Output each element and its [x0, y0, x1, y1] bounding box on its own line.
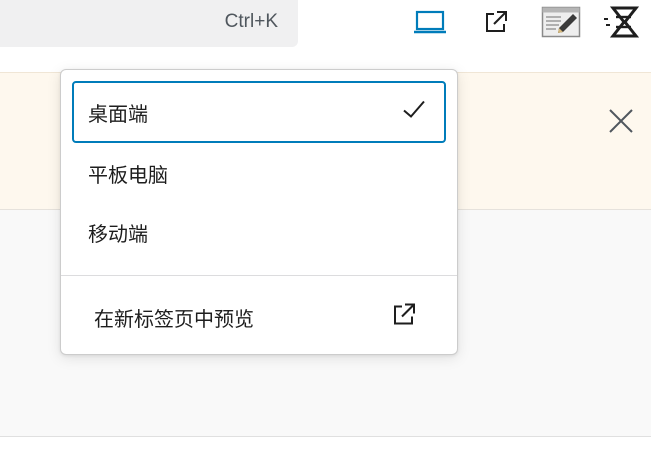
- content-footer: [0, 437, 651, 454]
- command-search-box[interactable]: Ctrl+K: [0, 0, 298, 47]
- quick-action-icon: [603, 5, 641, 39]
- check-icon: [402, 100, 426, 125]
- menu-item-mobile[interactable]: 移动端: [72, 201, 446, 263]
- editor-panel-button[interactable]: [541, 4, 581, 40]
- menu-item-label: 桌面端: [88, 101, 148, 126]
- edit-panel-icon: [541, 6, 581, 38]
- menu-item-label: 移动端: [88, 221, 148, 246]
- external-link-icon: [390, 301, 418, 334]
- app-root: Ctrl+K 桌面端 平板电脑 移动端 在新标签页中预览: [0, 0, 651, 454]
- view-post-button[interactable]: [478, 4, 514, 40]
- menu-divider: [61, 275, 457, 276]
- close-icon: [608, 108, 634, 138]
- preview-label: 在新标签页中预览: [94, 306, 254, 331]
- preview-in-new-tab[interactable]: 在新标签页中预览: [72, 286, 446, 348]
- device-preview-button[interactable]: [412, 4, 448, 40]
- menu-item-tablet[interactable]: 平板电脑: [72, 142, 446, 204]
- shortcut-hint: Ctrl+K: [224, 11, 278, 32]
- quick-action-button[interactable]: [604, 4, 640, 40]
- device-preview-menu: 桌面端 平板电脑 移动端 在新标签页中预览: [60, 69, 458, 355]
- menu-item-desktop[interactable]: 桌面端: [72, 81, 446, 143]
- top-toolbar: Ctrl+K: [0, 0, 651, 72]
- menu-item-label: 平板电脑: [88, 162, 168, 187]
- notice-close-button[interactable]: [605, 107, 637, 139]
- external-link-icon: [482, 8, 510, 36]
- desktop-icon: [413, 8, 447, 36]
